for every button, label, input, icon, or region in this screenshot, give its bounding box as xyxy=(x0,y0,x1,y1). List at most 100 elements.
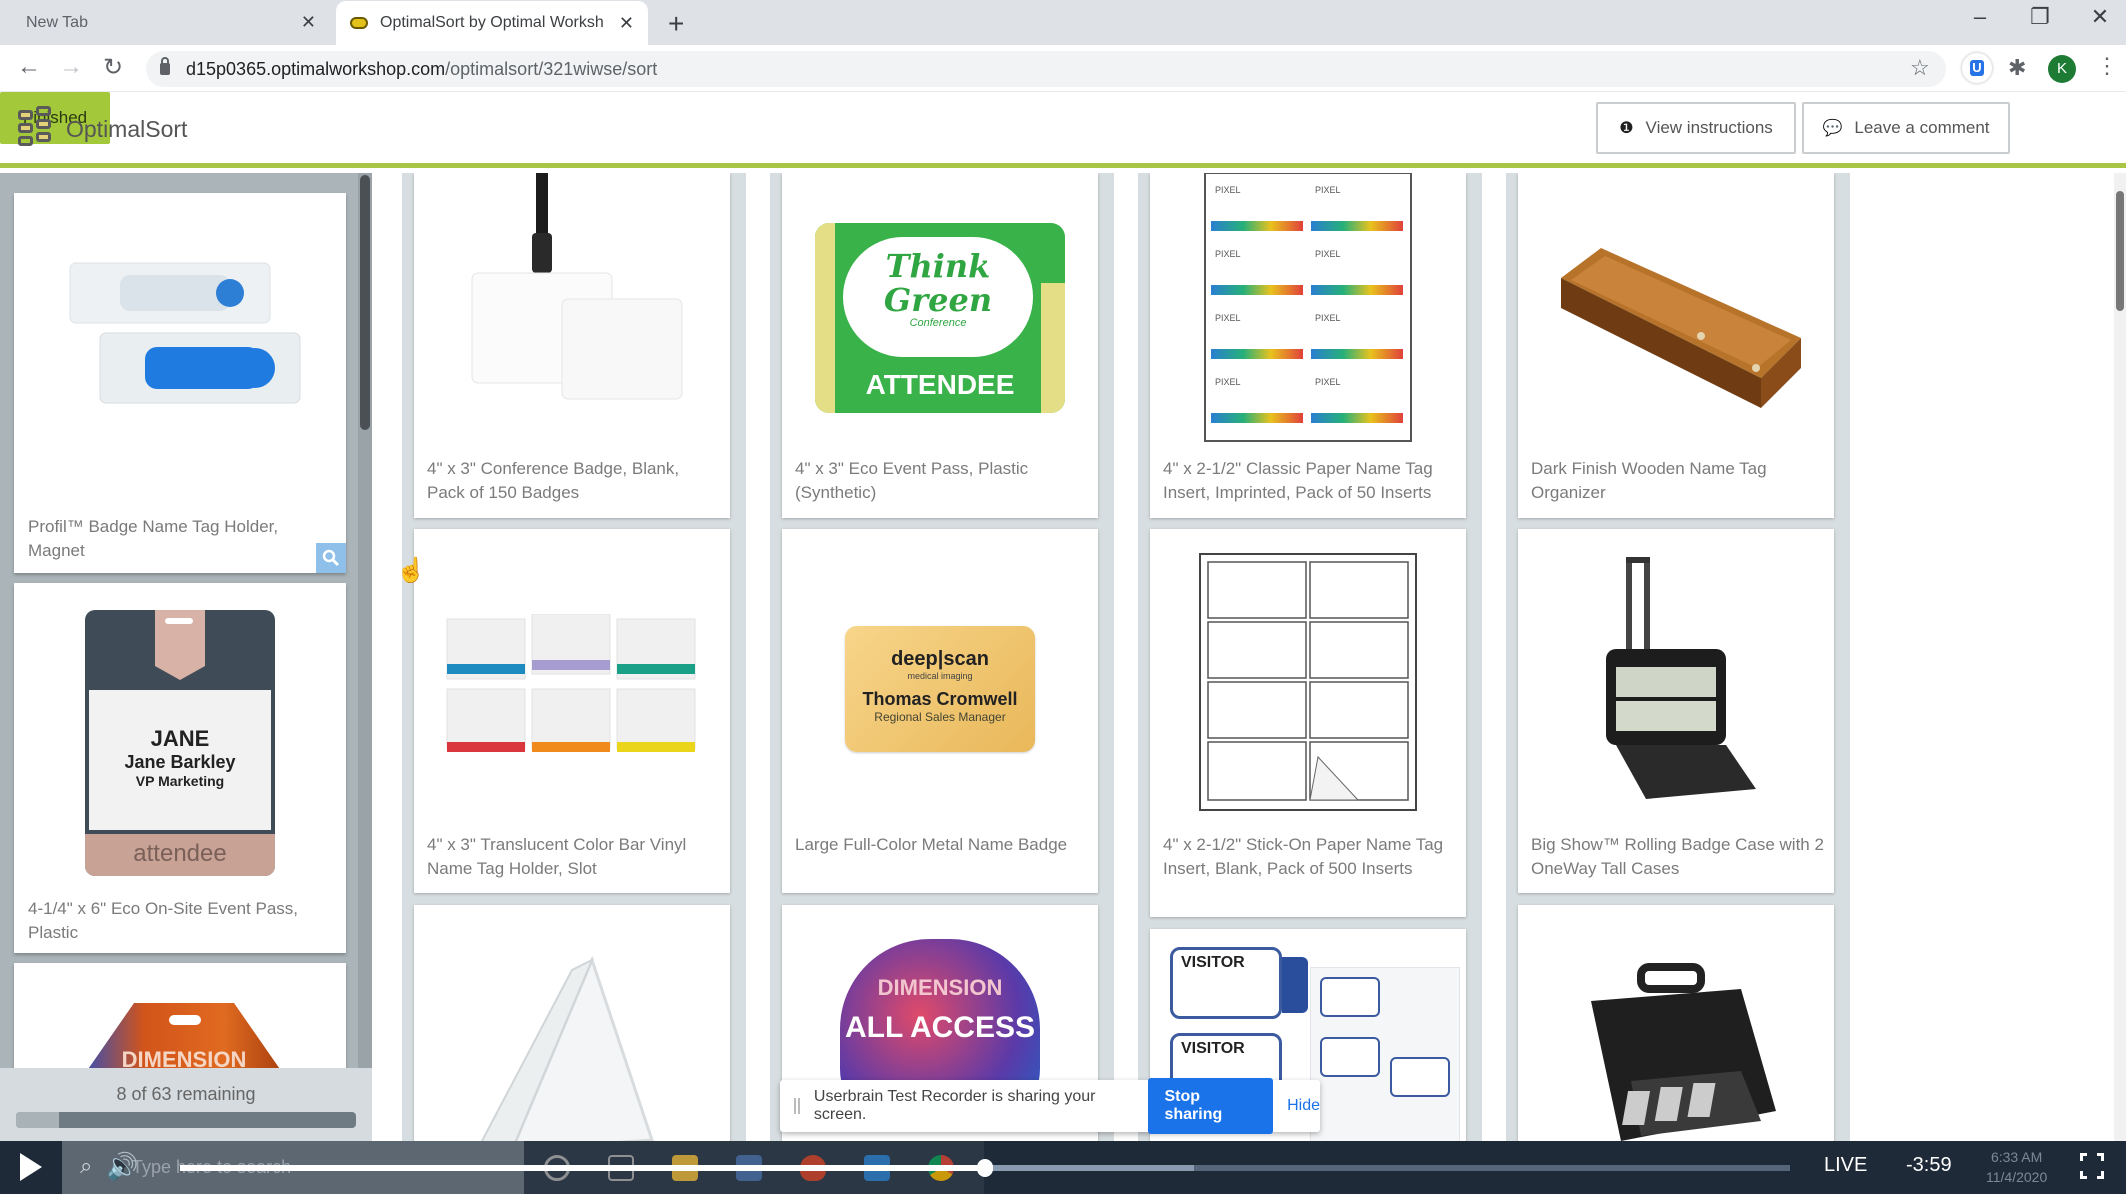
system-clock: 6:33 AM 11/4/2020 xyxy=(1986,1147,2047,1187)
card-item[interactable]: 4" x 2-1/2" Stick-On Paper Name Tag Inse… xyxy=(1150,529,1466,917)
think-green-badge-image: Think Green Conference ATTENDEE xyxy=(782,173,1098,463)
view-instructions-button[interactable]: ❶ View instructions xyxy=(1596,102,1796,154)
tab-close-icon[interactable]: ✕ xyxy=(619,13,634,34)
badge-title: VP Marketing xyxy=(135,773,225,789)
profile-avatar[interactable]: K xyxy=(2048,55,2076,83)
sheet-cell-color-bar xyxy=(1211,413,1303,423)
info-icon: ❶ xyxy=(1619,120,1634,137)
card-item[interactable]: Dark Finish Wooden Name Tag Organizer xyxy=(1518,173,1834,518)
magnifier-icon xyxy=(322,549,340,567)
black-briefcase-image xyxy=(1518,941,1834,1141)
badge-line1: Think xyxy=(885,247,991,285)
sheet-cell-text: PIXEL xyxy=(1215,249,1241,259)
leave-comment-button[interactable]: 💬 Leave a comment xyxy=(1802,102,2010,154)
card-item[interactable]: Big Show™ Rolling Badge Case with 2 OneW… xyxy=(1518,529,1834,893)
card-item[interactable] xyxy=(1518,905,1834,1141)
card-label: Large Full-Color Metal Name Badge xyxy=(795,835,1068,854)
optimal-workshop-favicon xyxy=(350,17,368,29)
scrollbar-thumb[interactable] xyxy=(360,175,370,430)
sheet-cell-color-bar xyxy=(1311,285,1403,295)
address-bar[interactable]: d15p0365.optimalworkshop.com/optimalsort… xyxy=(146,51,1946,87)
view-instructions-label: View instructions xyxy=(1645,118,1773,137)
card-label: Big Show™ Rolling Badge Case with 2 OneW… xyxy=(1531,835,1824,878)
sheet-cell-text: PIXEL xyxy=(1215,377,1241,387)
new-tab-button[interactable]: + xyxy=(668,8,684,40)
userbrain-extension-icon[interactable]: U xyxy=(1962,53,1992,83)
badge-line2: ALL ACCESS xyxy=(844,1011,1036,1044)
sheet-cell-color-bar xyxy=(1311,221,1403,231)
board-scrollbar[interactable] xyxy=(2114,173,2126,1141)
paper-insert-sheet-image: PIXEL PIXEL PIXEL PIXEL PIXEL PIXEL PIXEL PIXEL xyxy=(1150,173,1466,443)
reload-icon[interactable]: ↻ xyxy=(96,53,130,82)
tab-new-tab[interactable]: New Tab ✕ xyxy=(0,0,330,45)
seek-played xyxy=(180,1165,985,1171)
card-item[interactable]: Think Green Conference ATTENDEE 4" x 3" … xyxy=(782,173,1098,518)
visitor-label: VISITOR xyxy=(1170,947,1282,1019)
tab-optimalsort[interactable]: OptimalSort by Optimal Worksh ✕ xyxy=(336,1,648,45)
badge-logo: deep|scan xyxy=(891,648,989,670)
url-path: /optimalsort/321wiwse/sort xyxy=(445,58,658,79)
time-remaining: -3:59 xyxy=(1906,1154,1952,1176)
url-host: d15p0365.optimalworkshop.com xyxy=(186,58,446,79)
badge-first-name: JANE xyxy=(150,726,210,751)
sort-board: 4" x 3" Conference Badge, Blank, Pack of… xyxy=(372,173,2126,1141)
browser-menu-icon[interactable]: ⋮ xyxy=(2096,53,2118,79)
scrollbar-thumb[interactable] xyxy=(2116,191,2124,311)
live-indicator[interactable]: LIVE xyxy=(1824,1154,1867,1177)
drag-handle-icon[interactable] xyxy=(794,1098,800,1114)
leave-comment-label: Leave a comment xyxy=(1854,118,1990,137)
tab-title: OptimalSort by Optimal Worksh xyxy=(380,14,604,31)
card-item[interactable]: deep|scan medical imaging Thomas Cromwel… xyxy=(782,529,1098,893)
badge-line2: Green xyxy=(883,281,993,319)
back-icon[interactable]: ← xyxy=(12,53,46,81)
volume-icon[interactable]: 🔊 xyxy=(106,1151,138,1182)
bookmark-star-icon[interactable]: ☆ xyxy=(1910,55,1930,81)
blank-label-sheet-image xyxy=(1150,537,1466,827)
sheet-cell-color-bar xyxy=(1211,349,1303,359)
stack-scrollbar[interactable] xyxy=(358,173,372,1141)
hide-banner-button[interactable]: Hide xyxy=(1287,1097,1320,1115)
stop-sharing-button[interactable]: Stop sharing xyxy=(1148,1078,1274,1134)
seek-handle[interactable] xyxy=(977,1159,993,1177)
sheet-cell-text: PIXEL xyxy=(1315,313,1341,323)
video-player-controls: ⌕ Type here to search 🔊 LIVE -3:59 6:33 … xyxy=(0,1141,2126,1194)
card-label: 4" x 2-1/2" Classic Paper Name Tag Inser… xyxy=(1163,459,1433,502)
zoom-card-button[interactable] xyxy=(316,543,346,573)
sheet-cell-text: PIXEL xyxy=(1315,249,1341,259)
sheet-cell-text: PIXEL xyxy=(1315,377,1341,387)
badge-logo-sub: medical imaging xyxy=(907,671,973,681)
card-label: 4" x 3" Conference Badge, Blank, Pack of… xyxy=(427,459,680,502)
stack-footer: 8 of 63 remaining xyxy=(0,1068,372,1141)
window-close-icon[interactable]: ✕ xyxy=(2080,4,2120,30)
metal-name-badge-image: deep|scan medical imaging Thomas Cromwel… xyxy=(782,539,1098,839)
card-label: 4" x 2-1/2" Stick-On Paper Name Tag Inse… xyxy=(1163,835,1444,878)
card-label: Profil™ Badge Name Tag Holder, Magnet xyxy=(28,517,279,560)
lock-icon xyxy=(160,57,170,75)
tab-title: New Tab xyxy=(26,13,88,31)
card-item[interactable]: Profil™ Badge Name Tag Holder, Magnet xyxy=(14,193,346,573)
card-item[interactable]: JANE Jane Barkley VP Marketing attendee … xyxy=(14,583,346,953)
clock-date: 11/4/2020 xyxy=(1986,1169,2048,1185)
card-item[interactable] xyxy=(414,905,730,1141)
restore-icon[interactable]: ❐ xyxy=(2020,4,2060,30)
fullscreen-icon[interactable] xyxy=(2080,1153,2104,1179)
extensions-puzzle-icon[interactable]: ✱ xyxy=(2008,55,2026,81)
card-item[interactable]: 4" x 3" Translucent Color Bar Vinyl Name… xyxy=(414,529,730,893)
forward-icon[interactable]: → xyxy=(54,53,88,81)
sort-progress-bar xyxy=(16,1112,356,1128)
magnet-badge-holder-image xyxy=(14,193,346,483)
remaining-count: 8 of 63 remaining xyxy=(116,1084,256,1104)
color-bar-holders-image xyxy=(414,539,730,839)
card-stack: Profil™ Badge Name Tag Holder, Magnet JA… xyxy=(0,173,372,1141)
card-item[interactable]: 4" x 3" Conference Badge, Blank, Pack of… xyxy=(414,173,730,518)
seek-bar[interactable] xyxy=(180,1159,1790,1177)
badge-full-name: Jane Barkley xyxy=(124,752,236,772)
badge-footer: attendee xyxy=(85,834,275,876)
minimize-icon[interactable]: – xyxy=(1960,4,2000,30)
badge-name: Thomas Cromwell xyxy=(862,689,1018,709)
card-item[interactable]: PIXEL PIXEL PIXEL PIXEL PIXEL PIXEL PIXEL PIXEL… xyxy=(1150,173,1466,518)
optimalsort-logo-icon xyxy=(18,106,54,150)
play-icon[interactable] xyxy=(20,1153,42,1181)
group-column: Dark Finish Wooden Name Tag Organizer Bi… xyxy=(1506,173,1850,1141)
tab-close-icon[interactable]: ✕ xyxy=(301,12,316,33)
